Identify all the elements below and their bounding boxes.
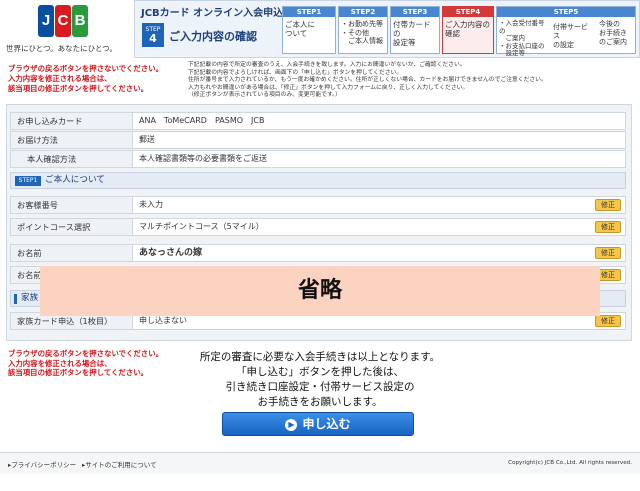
step-5-sub-3: 今後の お手続き のご案内 <box>599 20 627 46</box>
privacy-policy-link[interactable]: ▸プライバシーポリシー <box>8 459 76 469</box>
section-marker <box>14 294 17 304</box>
step-5-sub-2: 付帯サービス の設定 <box>553 23 588 49</box>
jcb-logo: J C B <box>38 5 88 37</box>
row-label: ポイントコース選択 <box>11 219 133 235</box>
step-2-header: STEP2 <box>339 7 387 17</box>
row-value: 本人確認書類等の必要書類をご返送 <box>139 154 267 163</box>
site-header: J C B 世界にひとつ。あなたにひとつ。 JCBカード オンライン入会申込 S… <box>0 0 640 58</box>
step-3-header: STEP3 <box>391 7 439 17</box>
section-title: 家族 <box>21 293 39 303</box>
section-about-you: STEP1 ご本人について <box>10 172 626 189</box>
step-3-body: 付帯カードの 設定等 <box>393 20 431 47</box>
step-4-current: STEP4 ご入力内容の 確認 <box>442 6 494 54</box>
step-1: STEP1 ご本人に ついて <box>282 6 336 54</box>
row-name: お名前 あなっさんの嫁 修正 <box>10 244 626 262</box>
edit-family-card-button[interactable]: 修正 <box>595 315 621 327</box>
row-application-card: お申し込みカード ANA ToMeCARD PASMO JCB <box>10 112 626 130</box>
step-3: STEP3 付帯カードの 設定等 <box>390 6 440 54</box>
row-label: お名前 <box>11 245 133 261</box>
app-title: JCBカード オンライン入会申込 <box>141 8 284 19</box>
row-id-check-method: 本人確認方法 本人確認書類等の必要書類をご返送 <box>10 150 626 168</box>
brand-tagline: 世界にひとつ。あなたにひとつ。 <box>6 44 117 53</box>
step-2-body: ・お勤め先等 ・その他 ご本人情報 <box>341 20 383 45</box>
row-label: お届け方法 <box>11 132 133 148</box>
edit-point-course-button[interactable]: 修正 <box>595 221 621 233</box>
row-value: 未入力 <box>139 200 163 209</box>
edit-member-number-button[interactable]: 修正 <box>595 199 621 211</box>
row-label: お客様番号 <box>11 197 133 213</box>
step-4-header: STEP4 <box>443 7 493 17</box>
confirmation-instructions: 下記記載の内容で所定の審査のうえ、入会手続きを致します。入力にお間違いがないか、… <box>188 62 547 99</box>
row-value: あなっさんの嫁 <box>139 248 203 258</box>
step-4-body: ご入力内容の 確認 <box>445 20 490 38</box>
row-value: ANA ToMeCARD PASMO JCB <box>139 116 265 125</box>
step-2: STEP2 ・お勤め先等 ・その他 ご本人情報 <box>338 6 388 54</box>
step-5-header: STEP5 <box>497 7 635 17</box>
page-title: ご入力内容の確認 <box>169 30 257 43</box>
omitted-overlay: 省略 <box>40 266 600 316</box>
step-1-body: ご本人に ついて <box>285 20 315 38</box>
section-step-badge: STEP1 <box>15 176 41 186</box>
final-message: 所定の審査に必要な入会手続きは以上となります。 「申し込む」ボタンを押した後は、… <box>199 351 441 408</box>
row-delivery-method: お届け方法 郵送 <box>10 131 626 149</box>
current-step-number: 4 <box>149 32 157 45</box>
row-label: 本人確認方法 <box>11 151 133 167</box>
logo-letter-c: C <box>55 5 71 37</box>
site-terms-link[interactable]: ▸サイトのご利用について <box>82 459 157 469</box>
edit-name-button[interactable]: 修正 <box>595 247 621 259</box>
current-step-badge: STEP 4 <box>142 23 164 47</box>
section-title: ご本人について <box>45 175 105 185</box>
submit-application-button[interactable]: ▶ 申し込む <box>222 412 414 436</box>
logo-letter-j: J <box>38 5 54 37</box>
row-value: 郵送 <box>139 135 155 144</box>
step-progress-panel: JCBカード オンライン入会申込 STEP 4 ご入力内容の確認 STEP1 ご… <box>134 0 640 58</box>
row-value: マルチポイントコース（5マイル） <box>139 222 264 231</box>
step-5-body: ・入会受付番号の ご案内 ・お支払口座の 設定等 <box>499 19 545 57</box>
bottom-back-button-warning: ブラウザの戻るボタンを押さないでください。 入力内容を修正される場合は、 該当項… <box>8 349 163 378</box>
row-label: お申し込みカード <box>11 113 133 129</box>
back-button-warning: ブラウザの戻るボタンを押さないでください。 入力内容を修正される場合は、 該当項… <box>8 64 163 93</box>
arrow-right-icon: ▶ <box>285 419 298 431</box>
submit-label: 申し込む <box>302 417 351 431</box>
row-point-course: ポイントコース選択 マルチポイントコース（5マイル） 修正 <box>10 218 626 236</box>
logo-letter-b: B <box>72 5 88 37</box>
step-5: STEP5 ・入会受付番号の ご案内 ・お支払口座の 設定等 付帯サービス の設… <box>496 6 636 57</box>
step-1-header: STEP1 <box>283 7 335 17</box>
site-footer: ▸プライバシーポリシー ▸サイトのご利用について Copyright(c) JC… <box>0 452 640 474</box>
copyright: Copyright(c) JCB Co.,Ltd. All rights res… <box>508 460 632 466</box>
row-member-number: お客様番号 未入力 修正 <box>10 196 626 214</box>
